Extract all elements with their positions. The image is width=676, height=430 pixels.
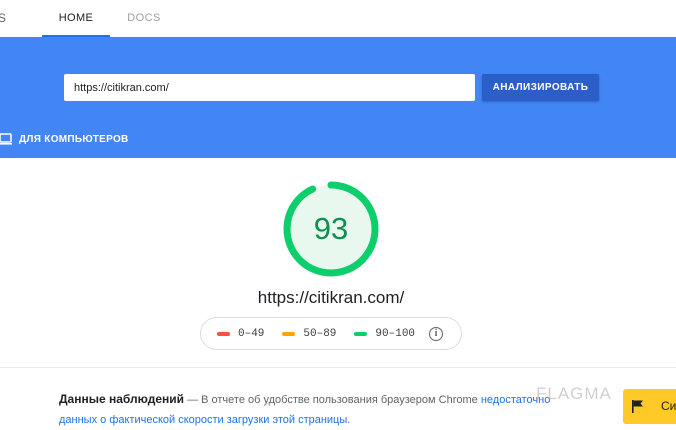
- legend-label-average: 50–89: [303, 327, 337, 340]
- tab-desktop[interactable]: ДЛЯ КОМПЬЮТЕРОВ: [0, 132, 129, 146]
- legend-bar-pass: [354, 331, 368, 336]
- legend-bar-average: [282, 331, 296, 336]
- performance-score: 93: [313, 211, 349, 246]
- legend-bar-fail: [217, 331, 230, 336]
- promo-button[interactable]: Си: [623, 389, 676, 424]
- top-nav: S HOME DOCS: [0, 0, 676, 37]
- field-data-end: .: [347, 414, 351, 426]
- field-data-text: — В отчете об удобстве пользования брауз…: [184, 394, 481, 406]
- tab-home[interactable]: HOME: [42, 0, 110, 37]
- legend-item-pass: 90–100: [354, 328, 415, 340]
- laptop-icon: [0, 133, 12, 145]
- legend-item-average: 50–89: [282, 328, 336, 340]
- score-legend: 0–49 50–89 90–100 i: [200, 317, 462, 350]
- field-data-title: Данные наблюдений: [59, 392, 185, 406]
- tab-partial[interactable]: S: [0, 11, 6, 25]
- watermark: FLAGMA: [536, 384, 612, 403]
- desktop-tab-label: ДЛЯ КОМПЬЮТЕРОВ: [19, 133, 129, 145]
- legend-item-fail: 0–49: [217, 328, 264, 340]
- legend-label-fail: 0–49: [238, 327, 265, 340]
- search-panel: АНАЛИЗИРОВАТЬ ДЛЯ КОМПЬЮТЕРОВ: [0, 37, 676, 158]
- analyzed-url: https://citikran.com/: [257, 288, 405, 307]
- flag-icon: [632, 400, 643, 413]
- info-icon[interactable]: i: [429, 326, 444, 341]
- url-input[interactable]: [64, 74, 475, 101]
- divider: [0, 367, 676, 368]
- analyze-button[interactable]: АНАЛИЗИРОВАТЬ: [482, 74, 599, 101]
- field-data-link-part2[interactable]: данных о фактической скорости загрузки э…: [59, 414, 347, 426]
- tab-docs[interactable]: DOCS: [118, 0, 170, 37]
- promo-label: Си: [661, 399, 676, 413]
- legend-label-pass: 90–100: [375, 327, 416, 340]
